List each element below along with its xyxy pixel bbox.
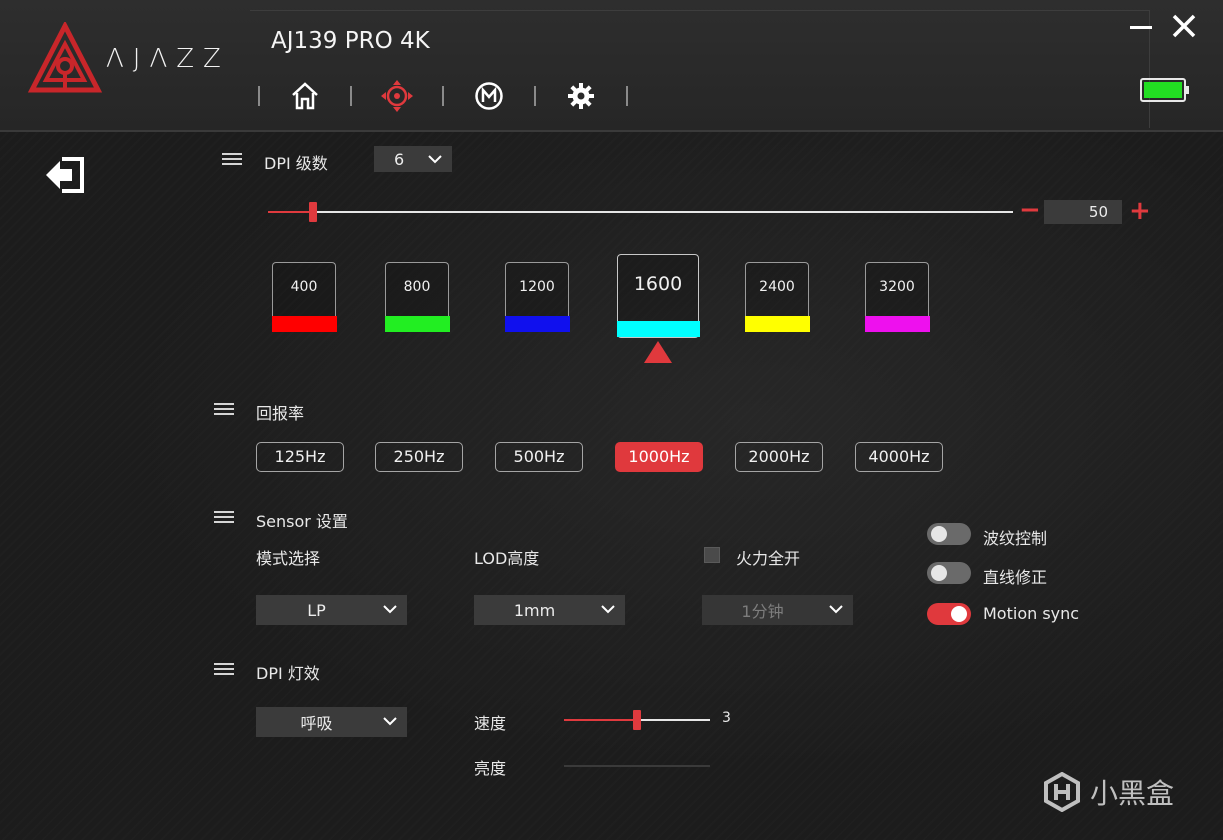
chevron-down-icon (383, 605, 397, 614)
light-effect-select[interactable]: 呼吸 (256, 707, 407, 737)
gear-icon (568, 83, 594, 109)
sensor-settings-title: Sensor 设置 (256, 512, 348, 531)
toggle-knob (931, 565, 947, 581)
poll-250hz-button[interactable]: 250Hz (375, 442, 463, 472)
dpi-color-bar (744, 316, 810, 332)
list-icon (214, 663, 234, 677)
dpi-card-1600[interactable]: 1600 (616, 254, 700, 338)
chevron-down-icon (829, 605, 843, 614)
nav-macro-button[interactable] (444, 76, 534, 116)
crosshair-icon (381, 80, 413, 112)
nav-performance-button[interactable] (352, 76, 442, 116)
header-bar: ΛJΛZZ AJ139 PRO 4K (0, 0, 1223, 132)
dpi-color-bar (384, 316, 450, 332)
dpi-color-bar (616, 321, 700, 337)
fire-duration-select[interactable]: 1分钟 (702, 595, 853, 625)
dpi-card-label: 1600 (633, 273, 683, 295)
brightness-slider-track[interactable] (564, 765, 710, 767)
fire-checkbox[interactable] (704, 547, 720, 563)
mode-select[interactable]: LP (256, 595, 407, 625)
dpi-card-label: 1200 (519, 279, 555, 295)
watermark-text: 小黑盒 (1090, 777, 1175, 810)
dpi-card-label: 2400 (759, 279, 795, 295)
ajazz-logo-icon (28, 22, 102, 93)
device-name: AJ139 PRO 4K (271, 28, 430, 54)
dpi-card-label: 800 (403, 279, 431, 295)
main-nav (258, 76, 628, 116)
dpi-levels-select[interactable]: 6 (374, 146, 452, 172)
list-icon (214, 511, 234, 525)
poll-125hz-button[interactable]: 125Hz (256, 442, 344, 472)
dpi-slider-thumb[interactable] (309, 202, 317, 222)
dpi-slider-track[interactable] (268, 211, 1013, 213)
battery-icon (1140, 78, 1189, 102)
dpi-levels-title: DPI 级数 (264, 154, 328, 173)
lod-select[interactable]: 1mm (474, 595, 625, 625)
mode-label: 模式选择 (256, 549, 321, 568)
brand-name: ΛJΛZZ (106, 44, 230, 74)
chevron-down-icon (383, 717, 397, 726)
dpi-value-input[interactable]: 50 (1044, 200, 1122, 224)
watermark: 小黑盒 (1042, 772, 1174, 812)
fire-label: 火力全开 (736, 549, 801, 568)
dpi-increase-button[interactable]: + (1129, 198, 1151, 224)
speed-slider-thumb[interactable] (633, 710, 641, 730)
dpi-card-3200[interactable]: 3200 (864, 262, 930, 332)
nav-home-button[interactable] (260, 76, 350, 116)
close-icon[interactable] (1170, 12, 1198, 40)
list-icon (222, 153, 242, 167)
list-icon (214, 403, 234, 417)
motion-sync-label: Motion sync (983, 604, 1080, 623)
toggle-knob (951, 606, 967, 622)
speed-slider-fill (564, 719, 637, 721)
dpi-card-2400[interactable]: 2400 (744, 262, 810, 332)
poll-1000hz-button[interactable]: 1000Hz (615, 442, 703, 472)
back-icon[interactable] (44, 155, 88, 195)
dpi-card-label: 400 (290, 279, 318, 295)
poll-4000hz-button[interactable]: 4000Hz (855, 442, 943, 472)
nav-separator (626, 86, 628, 106)
poll-2000hz-button[interactable]: 2000Hz (735, 442, 823, 472)
dpi-light-title: DPI 灯效 (256, 664, 320, 683)
dpi-color-bar (864, 316, 930, 332)
angle-snap-toggle[interactable] (927, 562, 971, 584)
polling-rate-title: 回报率 (256, 404, 305, 423)
nav-settings-button[interactable] (536, 76, 626, 116)
dpi-decrease-button[interactable]: − (1019, 197, 1041, 223)
speed-label: 速度 (474, 714, 507, 733)
macro-icon (475, 82, 503, 110)
watermark-logo-icon (1044, 772, 1080, 812)
motion-sync-toggle[interactable] (927, 603, 971, 625)
dpi-color-bar (504, 316, 570, 332)
ripple-control-label: 波纹控制 (983, 529, 1048, 548)
ripple-control-toggle[interactable] (927, 523, 971, 545)
chevron-down-icon (428, 155, 442, 164)
minimize-button[interactable] (1128, 18, 1154, 34)
dpi-card-label: 3200 (879, 279, 915, 295)
active-dpi-indicator (644, 341, 672, 363)
dpi-color-bar (271, 316, 337, 332)
home-icon (292, 82, 318, 110)
brightness-label: 亮度 (474, 759, 507, 778)
dpi-slider-fill (268, 211, 313, 213)
speed-value: 3 (722, 710, 731, 726)
dpi-card-400[interactable]: 400 (271, 262, 337, 332)
chevron-down-icon (601, 605, 615, 614)
toggle-knob (931, 526, 947, 542)
lod-label: LOD高度 (474, 549, 540, 568)
poll-500hz-button[interactable]: 500Hz (495, 442, 583, 472)
dpi-card-800[interactable]: 800 (384, 262, 450, 332)
dpi-card-1200[interactable]: 1200 (504, 262, 570, 332)
angle-snap-label: 直线修正 (983, 568, 1048, 587)
